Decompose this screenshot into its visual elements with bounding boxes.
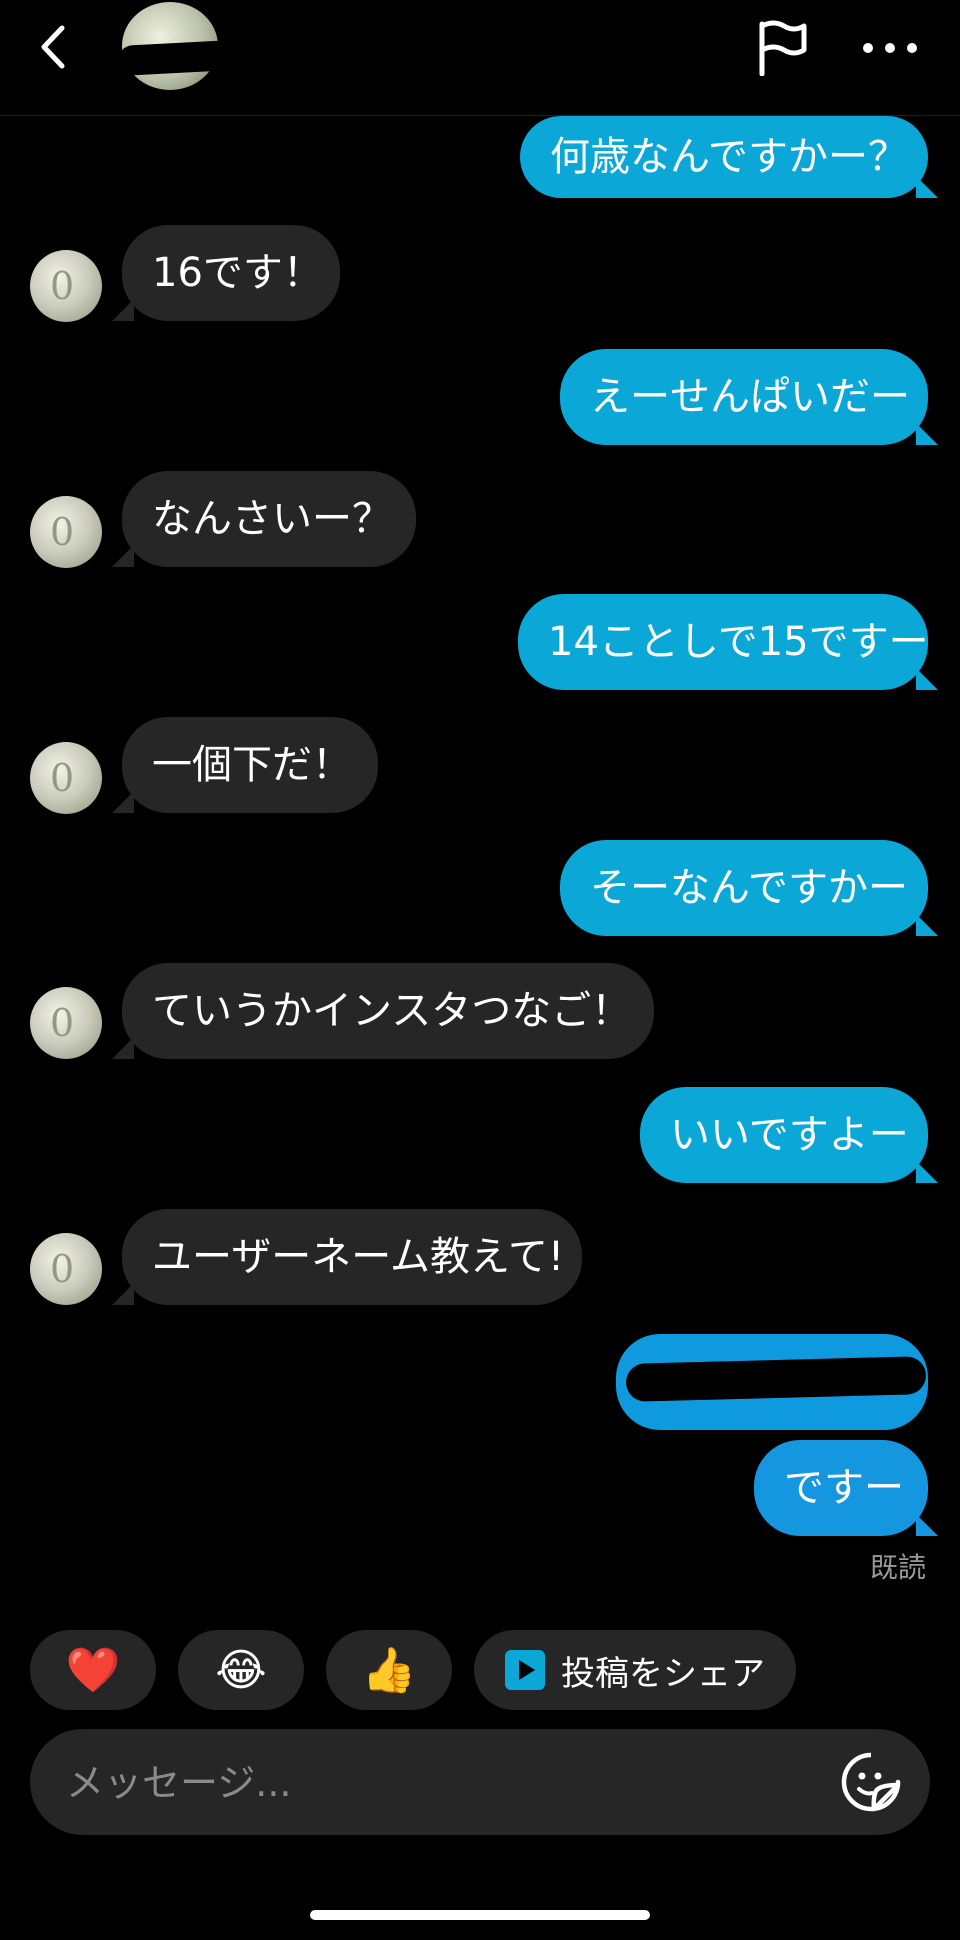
share-post-button[interactable]: 投稿をシェア [474, 1630, 796, 1710]
received-message[interactable]: 16です！ [122, 225, 340, 321]
more-horizontal-icon[interactable] [860, 30, 920, 66]
heart-icon: ❤️ [65, 1645, 121, 1696]
received-message[interactable]: なんさいー？ [122, 471, 416, 567]
home-indicator [310, 1910, 650, 1920]
sent-message[interactable]: えーせんぱいだー [560, 349, 928, 445]
sent-message[interactable]: 14ことしで15ですー [518, 594, 929, 690]
share-post-label: 投稿をシェア [561, 1653, 765, 1694]
contact-mini-avatar[interactable]: 0 [30, 987, 102, 1059]
sent-message[interactable]: そーなんですかー [560, 840, 928, 936]
sent-message[interactable]: いいですよー [640, 1087, 928, 1183]
received-message[interactable]: ユーザーネーム教えて! [122, 1209, 582, 1305]
flag-icon[interactable] [756, 20, 808, 76]
chevron-left-icon[interactable] [34, 22, 74, 72]
chat-header [0, 0, 960, 116]
message-composer [30, 1729, 930, 1837]
received-message[interactable]: ていうかインスタつなご！ [122, 963, 654, 1059]
read-receipt: 既読 [870, 1551, 927, 1584]
play-square-icon [505, 1650, 545, 1690]
tears-of-joy-icon: 😂 [215, 1644, 267, 1696]
redacted-message[interactable] [616, 1334, 928, 1430]
contact-mini-avatar[interactable]: 0 [30, 250, 102, 322]
sent-message[interactable]: ですー [754, 1440, 928, 1536]
reaction-thumbs-up-button[interactable]: 👍 [326, 1630, 452, 1710]
contact-mini-avatar[interactable]: 0 [30, 1233, 102, 1305]
redaction-mark [625, 1356, 927, 1402]
contact-mini-avatar[interactable]: 0 [30, 496, 102, 568]
thumbs-up-icon: 👍 [361, 1645, 417, 1696]
message-input[interactable] [64, 1729, 828, 1837]
sticker-icon[interactable] [840, 1751, 902, 1813]
received-message[interactable]: 一個下だ！ [122, 717, 378, 813]
sent-message[interactable]: 何歳なんですかー？ [520, 116, 928, 198]
reaction-heart-button[interactable]: ❤️ [30, 1630, 156, 1710]
reaction-laugh-button[interactable]: 😂 [178, 1630, 304, 1710]
contact-mini-avatar[interactable]: 0 [30, 742, 102, 814]
